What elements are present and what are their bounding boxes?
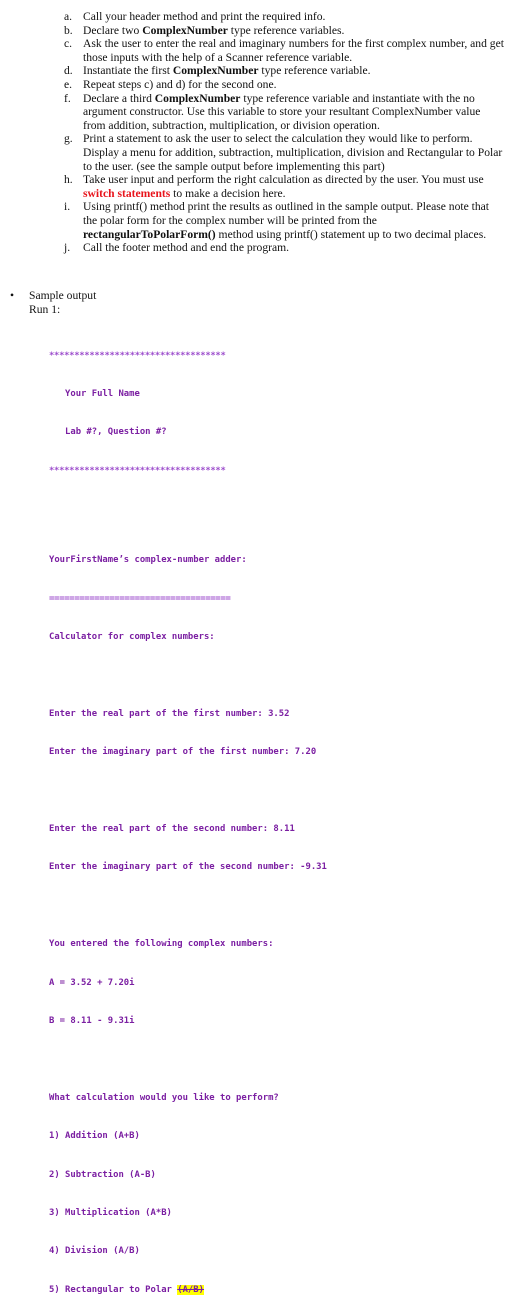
equals-divider: ==================================== [49, 593, 231, 604]
menu-option-5-label: 5) Rectangular to Polar [49, 1284, 178, 1295]
prompt-imag-first: Enter the imaginary part of the first nu… [49, 747, 317, 758]
instruction-marker: j. [64, 241, 71, 255]
instruction-text: method using printf() statement up to tw… [215, 227, 487, 241]
header-lab-question: Lab #?, Question #? [49, 427, 167, 438]
menu-option-2: 2) Subtraction (A-B) [49, 1169, 156, 1180]
instruction-marker: h. [64, 173, 73, 187]
entered-heading: You entered the following complex number… [49, 939, 274, 950]
console-output: *********************************** Your… [49, 324, 327, 1314]
instruction-marker: c. [64, 37, 73, 51]
instruction-item: f. Declare a third ComplexNumber type ref… [64, 92, 504, 133]
instruction-text: Call the footer method and end the progr… [83, 241, 290, 255]
instruction-item: g. Print a statement to ask the user to s… [64, 132, 504, 173]
bold-term: ComplexNumber [172, 64, 259, 78]
instruction-text: to make a decision here. [170, 186, 286, 200]
instruction-item: a. Call your header method and print the … [64, 10, 504, 24]
instruction-text: Using printf() method print the results … [83, 200, 490, 227]
highlight-keyword: switch statements [83, 186, 171, 200]
instruction-text: type reference variable. [258, 64, 371, 78]
run-label: Run 1: [29, 302, 61, 316]
menu-option-4: 4) Division (A/B) [49, 1246, 140, 1257]
header-stars-bottom: *********************************** [49, 465, 226, 476]
instruction-item: d. Instantiate the first ComplexNumber ty… [64, 64, 504, 78]
bold-term: ComplexNumber [142, 23, 228, 37]
instruction-item: b. Declare two ComplexNumber type referen… [64, 24, 504, 38]
menu-option-3: 3) Multiplication (A*B) [49, 1207, 172, 1218]
instruction-text: type reference variables. [227, 23, 345, 37]
prompt-imag-second: Enter the imaginary part of the second n… [49, 862, 327, 873]
instruction-item: h. Take user input and perform the right … [64, 173, 504, 200]
instruction-text: Print a statement to ask the user to sel… [83, 132, 503, 173]
bold-term: ComplexNumber [154, 91, 241, 105]
bullet-icon: • [10, 289, 15, 302]
instruction-marker: g. [64, 132, 73, 146]
instruction-text: Call your header method and print the re… [83, 10, 326, 23]
struck-highlight: (A/B) [177, 1284, 204, 1295]
instruction-marker: a. [64, 10, 73, 23]
complex-a: A = 3.52 + 7.20i [49, 977, 135, 988]
instruction-item: i. Using printf() method print the result… [64, 200, 504, 241]
complex-b: B = 8.11 - 9.31i [49, 1016, 135, 1027]
instruction-marker: i. [64, 200, 71, 214]
header-full-name: Your Full Name [49, 388, 140, 399]
instruction-text: Declare two [83, 23, 143, 37]
instruction-marker: f. [64, 91, 71, 105]
instruction-text: Ask the user to enter the real and imagi… [83, 37, 504, 64]
calculator-title: Calculator for complex numbers: [49, 632, 215, 643]
instruction-item: c. Ask the user to enter the real and ima… [64, 37, 504, 64]
instruction-text: Instantiate the first [83, 64, 173, 78]
instruction-item: j. Call the footer method and end the pro… [64, 241, 504, 255]
calculation-question: What calculation would you like to perfo… [49, 1092, 279, 1103]
instruction-list: a. Call your header method and print the … [64, 10, 504, 255]
adder-title: YourFirstName’s complex-number adder: [49, 555, 247, 566]
instruction-marker: d. [64, 64, 73, 78]
sample-output-heading: Sample output [29, 289, 97, 302]
menu-option-1: 1) Addition (A+B) [49, 1131, 140, 1142]
instruction-text: Repeat steps c) and d) for the second on… [83, 77, 277, 91]
instruction-marker: b. [64, 23, 73, 37]
instruction-text: Declare a third [83, 91, 155, 105]
prompt-real-first: Enter the real part of the first number:… [49, 708, 290, 719]
instruction-marker: e. [64, 77, 73, 91]
bold-term: rectangularToPolarForm() [83, 227, 216, 241]
instruction-item: e. Repeat steps c) and d) for the second … [64, 78, 504, 92]
header-stars-top: *********************************** [49, 350, 226, 361]
prompt-real-second: Enter the real part of the second number… [49, 824, 295, 835]
instruction-text: Take user input and perform the right ca… [83, 173, 484, 187]
menu-option-5: 5) Rectangular to Polar (A/B) [49, 1284, 327, 1297]
